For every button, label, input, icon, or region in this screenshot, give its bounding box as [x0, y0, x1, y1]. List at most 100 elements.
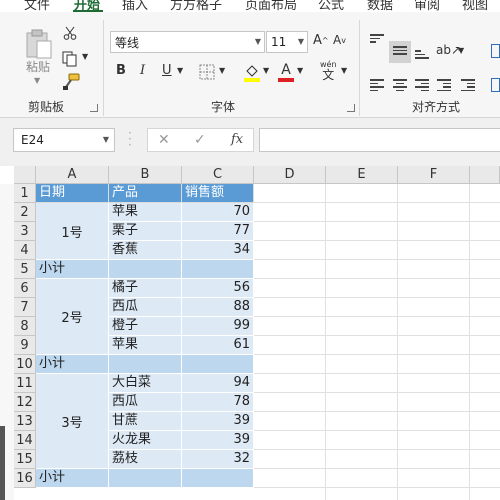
row-header[interactable]: 1: [14, 184, 36, 203]
subtotal-empty-cell[interactable]: [182, 355, 254, 374]
underline-dropdown-icon[interactable]: ▼: [177, 66, 183, 75]
sales-cell[interactable]: 94: [182, 374, 254, 393]
subtotal-empty-cell[interactable]: [182, 260, 254, 279]
subtotal-label-cell[interactable]: 小计: [36, 355, 109, 374]
name-box[interactable]: E24 ▼: [13, 128, 115, 152]
product-cell[interactable]: 橘子: [109, 279, 182, 298]
formula-input[interactable]: [259, 128, 500, 152]
middle-align-icon[interactable]: [393, 46, 407, 58]
sales-cell[interactable]: 39: [182, 431, 254, 450]
align-center-icon[interactable]: [393, 79, 407, 91]
merge-center-icon[interactable]: [491, 78, 500, 92]
fill-color-dropdown-icon[interactable]: ▼: [263, 66, 269, 75]
row-header[interactable]: 11: [14, 374, 36, 393]
tab-file[interactable]: 文件: [24, 0, 50, 12]
paste-button-label[interactable]: 粘贴: [26, 58, 50, 75]
subtotal-empty-cell[interactable]: [109, 355, 182, 374]
column-header-g[interactable]: [470, 166, 500, 184]
sales-cell[interactable]: 77: [182, 222, 254, 241]
paste-dropdown-icon[interactable]: ▼: [34, 76, 40, 85]
sales-cell[interactable]: 88: [182, 298, 254, 317]
row-header[interactable]: 4: [14, 241, 36, 260]
orientation-dropdown-icon[interactable]: ▼: [458, 46, 464, 55]
tab-page-layout[interactable]: 页面布局: [245, 0, 297, 12]
row-header[interactable]: 14: [14, 431, 36, 450]
clipboard-launcher-icon[interactable]: [90, 104, 98, 112]
sales-cell[interactable]: 70: [182, 203, 254, 222]
column-header-c[interactable]: C: [182, 166, 254, 184]
copy-dropdown-icon[interactable]: ▼: [82, 52, 88, 61]
cut-icon[interactable]: [63, 26, 77, 40]
product-cell[interactable]: 大白菜: [109, 374, 182, 393]
sales-cell[interactable]: 56: [182, 279, 254, 298]
product-cell[interactable]: 栗子: [109, 222, 182, 241]
row-header[interactable]: 13: [14, 412, 36, 431]
phonetic-icon[interactable]: wén 文: [320, 60, 337, 81]
bold-button[interactable]: B: [116, 63, 126, 78]
row-header[interactable]: 9: [14, 336, 36, 355]
column-header-f[interactable]: F: [398, 166, 470, 184]
select-all-corner[interactable]: [14, 166, 36, 184]
product-cell[interactable]: 西瓜: [109, 298, 182, 317]
tab-view[interactable]: 视图: [462, 0, 488, 12]
font-name-select[interactable]: 等线 ▼: [110, 31, 265, 53]
increase-indent-icon[interactable]: [461, 79, 475, 91]
product-cell[interactable]: 香蕉: [109, 241, 182, 260]
tab-data[interactable]: 数据: [367, 0, 393, 12]
insert-function-icon[interactable]: fx: [231, 132, 243, 147]
font-color-dropdown-icon[interactable]: ▼: [297, 66, 303, 75]
shrink-font-icon[interactable]: Av: [333, 33, 346, 47]
format-painter-icon[interactable]: [62, 73, 80, 91]
underline-button[interactable]: U: [162, 63, 172, 78]
tab-fangfang[interactable]: 方方格子: [170, 0, 222, 12]
row-header[interactable]: 7: [14, 298, 36, 317]
sales-cell[interactable]: 39: [182, 412, 254, 431]
formula-bar-grip-icon[interactable]: · · ·: [128, 127, 132, 151]
align-left-icon[interactable]: [370, 79, 384, 91]
row-header[interactable]: 10: [14, 355, 36, 374]
sales-cell[interactable]: 99: [182, 317, 254, 336]
row-header[interactable]: 6: [14, 279, 36, 298]
paste-icon[interactable]: [25, 28, 53, 60]
product-cell[interactable]: 甘蔗: [109, 412, 182, 431]
subtotal-label-cell[interactable]: 小计: [36, 260, 109, 279]
sales-cell[interactable]: 78: [182, 393, 254, 412]
row-header[interactable]: 12: [14, 393, 36, 412]
product-cell[interactable]: 橙子: [109, 317, 182, 336]
subtotal-empty-cell[interactable]: [182, 469, 254, 488]
phonetic-dropdown-icon[interactable]: ▼: [341, 66, 347, 75]
merged-date-cell[interactable]: 2号: [36, 279, 109, 355]
row-header[interactable]: 2: [14, 203, 36, 222]
header-cell-product[interactable]: 产品: [109, 184, 182, 203]
column-header-d[interactable]: D: [254, 166, 326, 184]
subtotal-empty-cell[interactable]: [109, 260, 182, 279]
subtotal-empty-cell[interactable]: [109, 469, 182, 488]
product-cell[interactable]: 荔枝: [109, 450, 182, 469]
copy-icon[interactable]: [62, 51, 78, 67]
font-color-icon[interactable]: A: [278, 61, 294, 83]
product-cell[interactable]: 苹果: [109, 203, 182, 222]
wrap-text-icon[interactable]: [491, 44, 500, 58]
row-header[interactable]: 3: [14, 222, 36, 241]
italic-button[interactable]: I: [140, 63, 145, 78]
borders-icon[interactable]: [199, 64, 215, 80]
row-header[interactable]: 15: [14, 450, 36, 469]
product-cell[interactable]: 苹果: [109, 336, 182, 355]
grow-font-icon[interactable]: A ^: [313, 33, 329, 48]
sales-cell[interactable]: 32: [182, 450, 254, 469]
header-cell-date[interactable]: 日期: [36, 184, 109, 203]
merged-date-cell[interactable]: 3号: [36, 374, 109, 469]
tab-insert[interactable]: 插入: [122, 0, 148, 12]
cancel-icon[interactable]: ✕: [158, 132, 170, 148]
enter-icon[interactable]: ✓: [194, 132, 206, 148]
empty-cells-area[interactable]: [254, 184, 500, 500]
top-align-icon[interactable]: [370, 34, 384, 46]
column-header-e[interactable]: E: [326, 166, 398, 184]
borders-dropdown-icon[interactable]: ▼: [219, 66, 225, 75]
row-header[interactable]: 16: [14, 469, 36, 488]
font-size-select[interactable]: 11 ▼: [266, 31, 308, 53]
product-cell[interactable]: 火龙果: [109, 431, 182, 450]
subtotal-label-cell[interactable]: 小计: [36, 469, 109, 488]
row-header[interactable]: 8: [14, 317, 36, 336]
column-header-a[interactable]: A: [36, 166, 109, 184]
